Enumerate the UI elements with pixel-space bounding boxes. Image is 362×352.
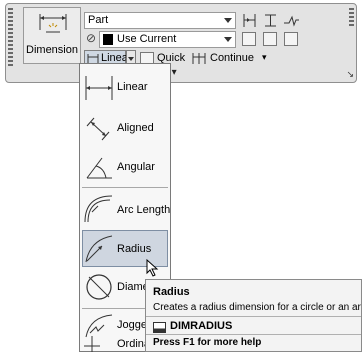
- dimension-icon: [39, 14, 67, 33]
- dimension-button[interactable]: Dimension: [23, 7, 81, 64]
- reassociate-icon[interactable]: [284, 32, 298, 46]
- menu-item-arc-length[interactable]: Arc Length: [82, 190, 171, 228]
- layer-icon[interactable]: ⊘: [86, 31, 96, 45]
- jog-line-icon[interactable]: [283, 12, 300, 29]
- chevron-down-icon: [224, 18, 232, 23]
- inspect-icon[interactable]: [242, 32, 256, 46]
- tooltip-title: Radius: [153, 286, 190, 298]
- tooltip-help: Press F1 for more help: [153, 337, 262, 348]
- menu-item-label: Aligned: [117, 122, 154, 134]
- annotate-ribbon-panel: Dimension Part ⊘ Use Current Linear Quic…: [5, 3, 357, 83]
- layer-color-swatch: [103, 34, 113, 45]
- panel-grip-right[interactable]: [349, 8, 354, 28]
- command-line-icon: [153, 322, 166, 333]
- layer-value: Use Current: [117, 33, 177, 45]
- chevron-down-icon: [224, 37, 232, 42]
- dimension-button-label: Dimension: [26, 44, 78, 56]
- arc-length-icon: [84, 195, 113, 223]
- break-icon[interactable]: [262, 12, 279, 29]
- menu-item-label: Angular: [117, 161, 155, 173]
- chevron-down-icon: [128, 57, 134, 61]
- diameter-icon: [86, 274, 112, 300]
- linear-dimension-icon: [85, 76, 113, 100]
- tooltip-command: DIMRADIUS: [170, 320, 233, 332]
- menu-separator: [82, 187, 168, 188]
- adjust-space-icon[interactable]: [241, 12, 258, 29]
- menu-item-linear[interactable]: Linear: [82, 70, 168, 106]
- angular-dimension-icon: [86, 157, 112, 179]
- menu-item-label: Arc Length: [117, 204, 171, 216]
- continue-button[interactable]: Continue: [210, 52, 254, 64]
- dialog-launcher-icon[interactable]: ↘: [346, 69, 354, 80]
- tooltip-description: Creates a radius dimension for a circle …: [153, 302, 361, 313]
- layer-combo[interactable]: Use Current: [99, 31, 236, 48]
- menu-item-label: Radius: [117, 243, 152, 255]
- menu-item-label: Linear: [117, 81, 148, 93]
- tooltip-divider: [146, 334, 361, 335]
- aligned-dimension-icon: [86, 117, 110, 141]
- tooltip-divider: [146, 316, 361, 317]
- radius-tooltip: Radius Creates a radius dimension for a …: [145, 279, 362, 352]
- dimstyle-value: Part: [88, 14, 109, 26]
- dimstyle-combo[interactable]: Part: [84, 12, 236, 29]
- continue-dropdown-icon[interactable]: ▾: [262, 52, 267, 63]
- mouse-cursor-icon: [146, 259, 159, 277]
- ordinate-icon: [84, 336, 100, 352]
- update-icon[interactable]: [263, 32, 277, 46]
- continue-icon: [192, 53, 206, 64]
- menu-item-aligned[interactable]: Aligned: [82, 108, 168, 146]
- menu-item-angular[interactable]: Angular: [82, 148, 168, 184]
- panel-grip[interactable]: [8, 8, 13, 68]
- radius-icon: [85, 235, 113, 263]
